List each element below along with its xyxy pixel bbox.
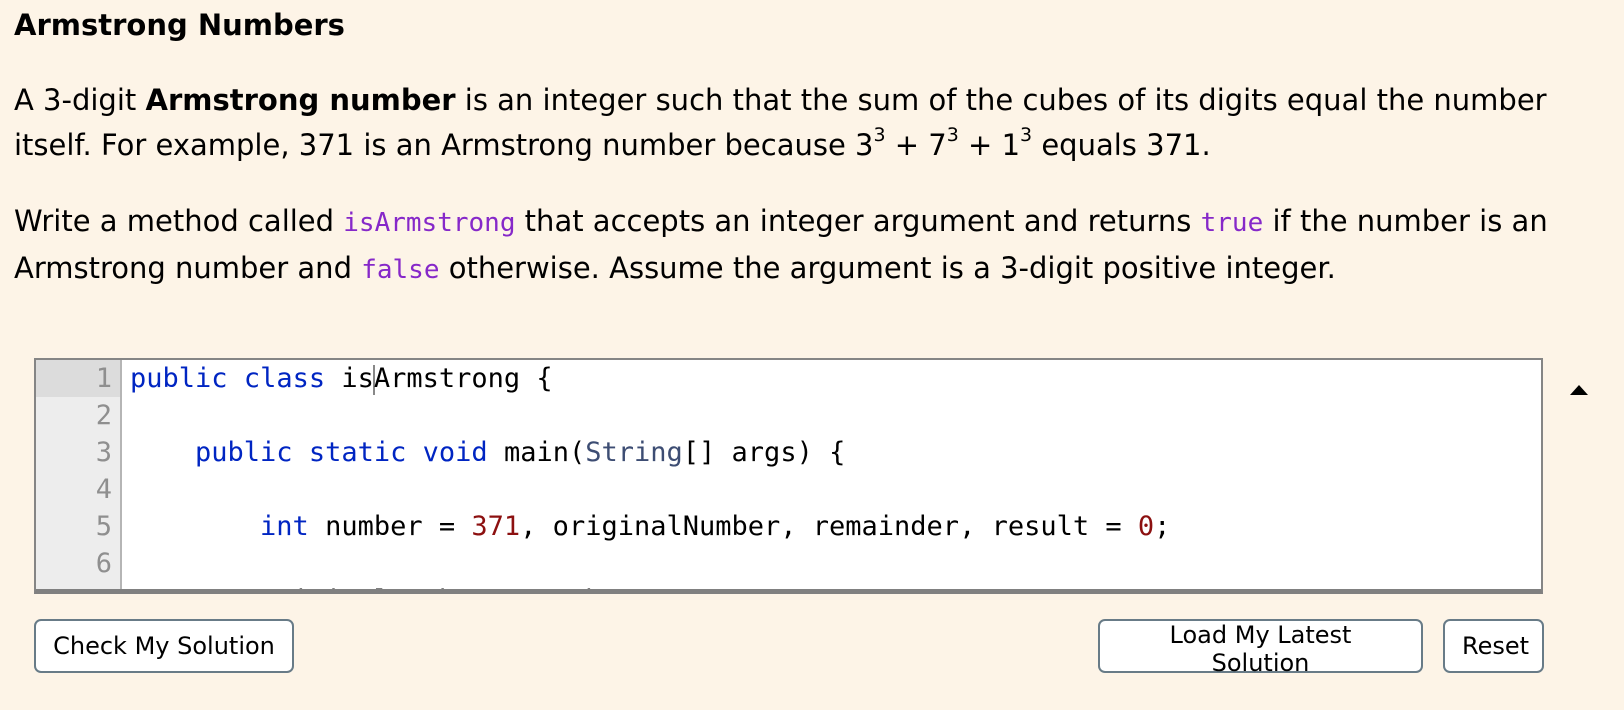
code-line[interactable]: 3 public static void main(String[] args)… bbox=[36, 434, 1541, 471]
inline-code-method: isArmstrong bbox=[343, 208, 516, 238]
punctuation: ; bbox=[1154, 511, 1171, 542]
identifier: [] args) { bbox=[682, 437, 846, 468]
identifier: is bbox=[341, 363, 374, 394]
text: otherwise. Assume the argument is a 3-di… bbox=[439, 251, 1336, 285]
code-line[interactable]: 4 bbox=[36, 471, 1541, 508]
line-number: 5 bbox=[95, 511, 112, 542]
code-line[interactable]: 5 int number = 371, originalNumber, rema… bbox=[36, 508, 1541, 545]
keyword: int bbox=[260, 511, 309, 542]
keyword: void bbox=[422, 437, 488, 468]
term-bold: Armstrong number bbox=[145, 83, 456, 117]
number-literal: 0 bbox=[1137, 511, 1155, 542]
load-latest-solution-button[interactable]: Load My Latest Solution bbox=[1098, 619, 1423, 677]
reset-button[interactable]: Reset bbox=[1443, 619, 1544, 673]
text: that accepts an integer argument and ret… bbox=[515, 204, 1201, 238]
keyword: class bbox=[243, 363, 326, 394]
line-number: 7 bbox=[36, 582, 120, 589]
line-number: 3 bbox=[95, 437, 112, 468]
text: + 1 bbox=[958, 128, 1021, 162]
keyword: public bbox=[130, 363, 228, 394]
type-name: String bbox=[585, 437, 683, 468]
page-title: Armstrong Numbers bbox=[14, 8, 345, 42]
code-text[interactable]: int number = 371, originalNumber, remain… bbox=[130, 508, 1170, 545]
line-number: 4 bbox=[95, 474, 112, 505]
code-text[interactable]: public static void main(String[] args) { bbox=[130, 434, 845, 471]
inline-code-false: false bbox=[361, 255, 440, 285]
identifier: number = bbox=[308, 511, 472, 542]
instructions-paragraph: Write a method called isArmstrong that a… bbox=[14, 199, 1604, 293]
code-text[interactable]: originalNumber = number; bbox=[130, 582, 650, 589]
inline-code-true: true bbox=[1200, 208, 1264, 238]
triangle-up-icon[interactable] bbox=[1570, 385, 1588, 395]
identifier: , originalNumber, remainder, result = bbox=[520, 511, 1138, 542]
number-literal: 371 bbox=[471, 511, 521, 542]
line-number: 1 bbox=[36, 360, 120, 397]
text: A 3-digit bbox=[14, 83, 146, 117]
text: Write a method called bbox=[14, 204, 344, 238]
code-line[interactable]: 7 originalNumber = number; bbox=[36, 582, 1541, 589]
check-solution-button[interactable]: Check My Solution bbox=[34, 619, 294, 673]
code-text[interactable]: public class isArmstrong { bbox=[130, 360, 553, 397]
code-line[interactable]: 6 bbox=[36, 545, 1541, 582]
text: + 7 bbox=[885, 128, 947, 162]
superscript: 3 bbox=[873, 124, 886, 146]
description-paragraph: A 3-digit Armstrong number is an integer… bbox=[14, 78, 1604, 168]
code-editor[interactable]: 1 public class isArmstrong { 2 3 public … bbox=[34, 358, 1543, 594]
line-number: 2 bbox=[95, 400, 112, 431]
keyword: static bbox=[308, 437, 407, 468]
code-line[interactable]: 1 public class isArmstrong { bbox=[36, 360, 1541, 397]
superscript: 3 bbox=[946, 124, 959, 146]
text: equals 371. bbox=[1032, 128, 1211, 162]
line-number: 6 bbox=[95, 548, 112, 579]
identifier: main( bbox=[487, 437, 586, 468]
keyword: public bbox=[195, 437, 293, 468]
code-line[interactable]: 2 bbox=[36, 397, 1541, 434]
superscript: 3 bbox=[1020, 124, 1033, 146]
identifier: originalNumber = number; bbox=[260, 585, 650, 589]
identifier: Armstrong { bbox=[373, 363, 553, 394]
